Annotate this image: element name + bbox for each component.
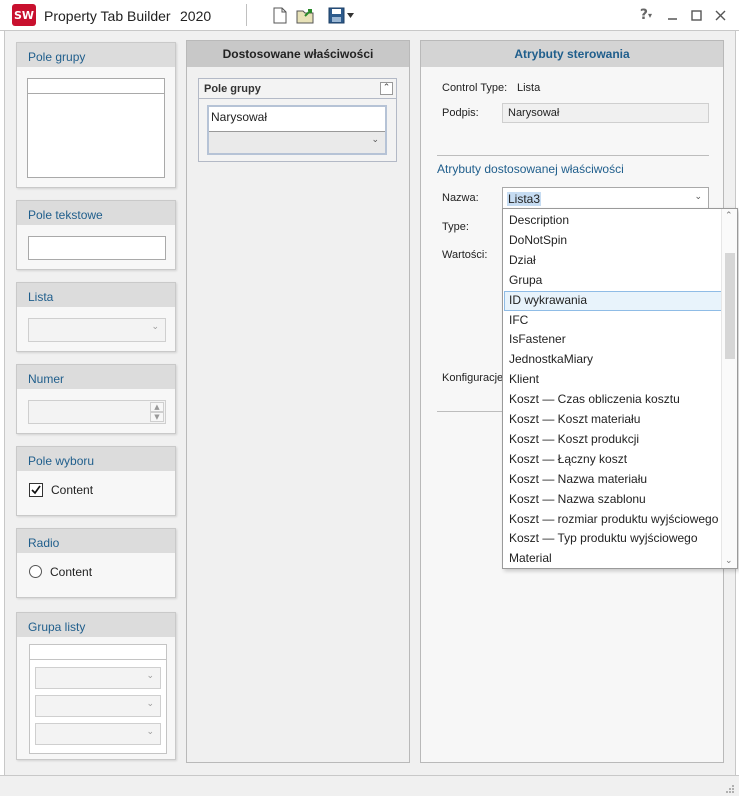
configurations-label: Konfiguracje <box>442 372 504 384</box>
checkbox-checked-icon <box>29 483 43 497</box>
dropdown-option[interactable]: Description <box>504 211 722 231</box>
scroll-down-chevron-down-icon[interactable]: ⌄ <box>725 556 733 566</box>
dropdown-option[interactable]: Koszt — rozmiar produktu wyjściowego <box>504 510 722 530</box>
dropdown-option[interactable]: Koszt — Koszt produkcji <box>504 430 722 450</box>
chevron-down-icon: ⌄ <box>694 192 702 202</box>
palette-radio[interactable]: Radio Content <box>16 528 176 598</box>
new-file-icon[interactable] <box>270 6 290 24</box>
text-field-preview <box>28 236 166 260</box>
palette-list-group-title: Grupa listy <box>17 613 175 637</box>
help-icon: ? <box>639 7 649 23</box>
title-bar: SW Property Tab Builder 2020 ? ▾ <box>0 0 739 31</box>
custom-properties-panel: Dostosowane właściwości Pole grupy ⌃ Nar… <box>186 40 410 763</box>
dropdown-option[interactable]: Grupa <box>504 271 722 291</box>
palette-list-title: Lista <box>17 283 175 307</box>
group-box[interactable]: Pole grupy ⌃ Narysował ⌄ <box>198 78 397 162</box>
dropdown-option[interactable]: Material <box>504 549 722 568</box>
palette-number[interactable]: Numer ▲ ▼ <box>16 364 176 434</box>
chevron-down-icon: ⌄ <box>151 322 159 332</box>
list-preview: ⌄ <box>28 318 166 342</box>
open-file-icon[interactable] <box>296 6 316 24</box>
custom-property-section-title: Atrybuty dostosowanej właściwości <box>437 162 624 176</box>
palette-number-title: Numer <box>17 365 175 389</box>
status-bar <box>0 775 739 796</box>
type-label: Type: <box>442 221 469 233</box>
app-year: 2020 <box>180 8 212 24</box>
name-label: Nazwa: <box>442 192 479 204</box>
spin-down-icon: ▼ <box>150 412 164 422</box>
chevron-down-icon: ⌄ <box>146 671 154 681</box>
palette-text-field-title: Pole tekstowe <box>17 201 175 225</box>
help-button[interactable]: ? ▾ <box>636 6 656 24</box>
control-type-label: Control Type: <box>442 82 508 94</box>
dropdown-option[interactable]: Koszt — Typ produktu wyjściowego <box>504 529 722 549</box>
dropdown-option[interactable]: Klient <box>504 370 722 390</box>
palette-group-box-title: Pole grupy <box>17 43 175 67</box>
dropdown-option[interactable]: Koszt — Nazwa materiału <box>504 470 722 490</box>
dropdown-option[interactable]: Dział <box>504 251 722 271</box>
palette-text-field[interactable]: Pole tekstowe <box>16 200 176 270</box>
dropdown-option[interactable]: IsFastener <box>504 330 722 350</box>
scrollbar-thumb[interactable] <box>725 253 735 359</box>
list-group-combo-2: ⌄ <box>35 695 161 717</box>
list-group-preview: ⌄ ⌄ ⌄ <box>29 644 167 754</box>
control-attributes-header: Atrybuty sterowania <box>421 41 723 67</box>
scroll-up-chevron-up-icon[interactable]: ⌃ <box>725 211 733 221</box>
dropdown-option[interactable]: Koszt — Koszt materiału <box>504 410 722 430</box>
radio-icon <box>29 565 42 578</box>
checkbox-label: Content <box>51 483 94 497</box>
name-dropdown-list[interactable]: Description DoNotSpin Dział Grupa ID wykrawa… <box>502 208 738 569</box>
palette-checkbox[interactable]: Pole wyboru Content <box>16 446 176 516</box>
caption-field[interactable]: Narysował <box>502 103 709 123</box>
spin-up-icon: ▲ <box>150 402 164 412</box>
list-group-combo-1: ⌄ <box>35 667 161 689</box>
dropdown-option[interactable]: Koszt — Czas obliczenia kosztu <box>504 390 722 410</box>
palette-checkbox-title: Pole wyboru <box>17 447 175 471</box>
custom-properties-header: Dostosowane właściwości <box>187 41 409 67</box>
app-title: Property Tab Builder <box>44 8 171 24</box>
palette-list[interactable]: Lista ⌄ <box>16 282 176 352</box>
values-label: Wartości: <box>442 249 488 261</box>
divider <box>437 155 709 156</box>
name-combo[interactable]: Lista3 ⌄ <box>502 187 709 209</box>
dropdown-option[interactable]: Koszt — Nazwa szablonu <box>504 490 722 510</box>
toolbar-separator <box>246 4 247 26</box>
chevron-down-icon: ⌄ <box>146 699 154 709</box>
chevron-down-icon: ⌄ <box>371 135 379 145</box>
palette-radio-title: Radio <box>17 529 175 553</box>
radio-label: Content <box>50 565 93 579</box>
collapse-chevron-up-icon[interactable]: ⌃ <box>380 82 393 95</box>
dropdown-scrollbar[interactable]: ⌃ ⌄ <box>721 209 737 568</box>
group-box-preview <box>27 78 165 178</box>
resize-grip-icon[interactable] <box>725 783 735 793</box>
chevron-down-icon: ⌄ <box>146 727 154 737</box>
palette-list-group[interactable]: Grupa listy ⌄ ⌄ ⌄ <box>16 612 176 760</box>
maximize-icon[interactable] <box>686 6 706 24</box>
name-combo-value: Lista3 <box>507 192 542 206</box>
close-icon[interactable] <box>710 6 730 24</box>
group-box-title: Pole grupy <box>204 83 261 95</box>
list-control-combo[interactable]: ⌄ <box>209 131 385 153</box>
save-icon[interactable] <box>326 6 346 24</box>
dropdown-option[interactable]: Koszt — Łączny koszt <box>504 450 722 470</box>
palette-group-box[interactable]: Pole grupy <box>16 42 176 188</box>
control-type-value: Lista <box>517 82 541 94</box>
minimize-icon[interactable] <box>662 6 682 24</box>
dropdown-option[interactable]: ID wykrawania <box>504 290 722 311</box>
list-control[interactable]: Narysował ⌄ <box>207 105 387 155</box>
dropdown-option[interactable]: IFC <box>504 311 722 331</box>
list-control-caption: Narysował <box>211 110 268 124</box>
dropdown-option[interactable]: DoNotSpin <box>504 231 722 251</box>
number-preview: ▲ ▼ <box>28 400 166 424</box>
list-group-combo-3: ⌄ <box>35 723 161 745</box>
dropdown-option[interactable]: JednostkaMiary <box>504 350 722 370</box>
save-options-chevron-down-icon[interactable] <box>344 6 356 24</box>
solidworks-logo-icon: SW <box>12 4 36 26</box>
caption-label: Podpis: <box>442 107 479 119</box>
